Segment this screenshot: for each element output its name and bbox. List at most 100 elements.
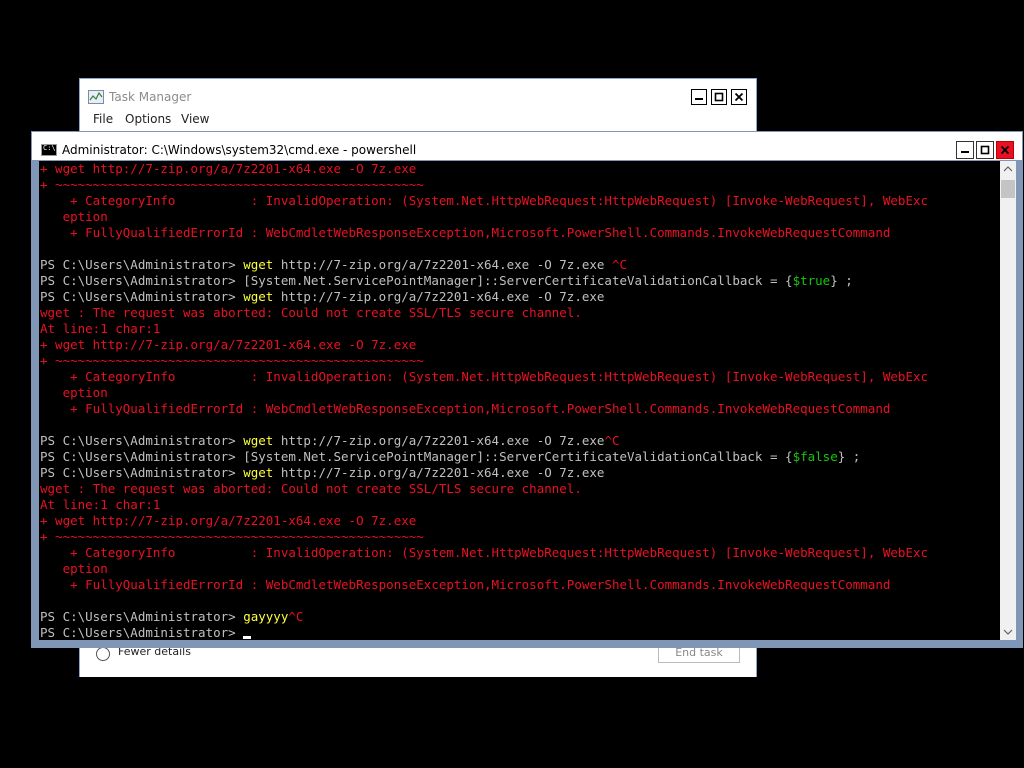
console-line: + CategoryInfo : InvalidOperation: (Syst… [40, 545, 928, 561]
console-text-segment: PS C:\Users\Administrator> [System.Net.S… [40, 449, 793, 464]
console-text-segment: PS C:\Users\Administrator> [40, 465, 244, 480]
console-text-segment: http://7-zip.org/a/7z2201-x64.exe -O 7z.… [273, 289, 605, 304]
console-text-segment: PS C:\Users\Administrator> [40, 625, 244, 640]
close-icon [734, 92, 744, 102]
console-text-segment: + wget http://7-zip.org/a/7z2201-x64.exe… [40, 161, 417, 176]
console-text-segment: wget [243, 465, 274, 480]
console-line: PS C:\Users\Administrator> wget http://7… [40, 257, 928, 273]
console-line: eption [40, 209, 928, 225]
task-manager-minimize-button[interactable] [691, 89, 707, 105]
console-text-segment: wget : The request was aborted: Could no… [40, 305, 582, 320]
console-text-segment: At line:1 char:1 [40, 321, 161, 336]
scroll-up-arrow-icon[interactable] [1000, 161, 1016, 177]
console-text-segment: + CategoryInfo : InvalidOperation: (Syst… [40, 545, 929, 560]
console-text-segment: + FullyQualifiedErrorId : WebCmdletWebRe… [40, 225, 891, 240]
console-line: At line:1 char:1 [40, 321, 928, 337]
console-text-segment: http://7-zip.org/a/7z2201-x64.exe -O 7z.… [273, 257, 612, 272]
console-text-segment: PS C:\Users\Administrator> [40, 609, 244, 624]
console-text-segment: } ; [830, 273, 853, 288]
console-text-segment: + FullyQualifiedErrorId : WebCmdletWebRe… [40, 401, 891, 416]
task-manager-titlebar[interactable]: Task Manager [80, 79, 756, 109]
maximize-icon [980, 145, 990, 155]
console-text-segment: ^C [604, 433, 620, 448]
console-text-segment: http://7-zip.org/a/7z2201-x64.exe -O 7z.… [273, 465, 605, 480]
cmd-icon: C:\ [41, 144, 57, 156]
console-text-segment: wget [243, 257, 274, 272]
console-line: eption [40, 385, 928, 401]
console-line: PS C:\Users\Administrator> [System.Net.S… [40, 273, 928, 289]
console-text-segment: eption [40, 385, 108, 400]
minimize-icon [961, 151, 969, 153]
cmd-icon-label: C:\ [43, 144, 56, 152]
console-line: + wget http://7-zip.org/a/7z2201-x64.exe… [40, 161, 928, 177]
console-minimize-button[interactable] [956, 141, 974, 159]
console-text-segment: ^C [288, 609, 304, 624]
console-line: PS C:\Users\Administrator> [40, 625, 928, 640]
menu-file[interactable]: File [93, 112, 113, 126]
console-text-segment: eption [40, 209, 108, 224]
console-line: PS C:\Users\Administrator> wget http://7… [40, 433, 928, 449]
console-text-segment: + ~~~~~~~~~~~~~~~~~~~~~~~~~~~~~~~~~~~~~~… [40, 353, 424, 368]
console-line: wget : The request was aborted: Could no… [40, 481, 928, 497]
console-vertical-scrollbar[interactable] [1000, 161, 1016, 640]
console-text-segment: http://7-zip.org/a/7z2201-x64.exe -O 7z.… [273, 433, 605, 448]
console-line: PS C:\Users\Administrator> gayyyy^C [40, 609, 928, 625]
console-text-segment: wget [243, 433, 274, 448]
console-text-segment: } ; [837, 449, 861, 464]
scroll-down-arrow-icon[interactable] [1000, 624, 1016, 640]
console-line: + wget http://7-zip.org/a/7z2201-x64.exe… [40, 513, 928, 529]
task-manager-close-button[interactable] [731, 89, 747, 105]
console-line: + FullyQualifiedErrorId : WebCmdletWebRe… [40, 401, 928, 417]
console-line: + ~~~~~~~~~~~~~~~~~~~~~~~~~~~~~~~~~~~~~~… [40, 353, 928, 369]
console-text-segment: PS C:\Users\Administrator> [System.Net.S… [40, 273, 793, 288]
console-text-segment: $false [792, 449, 838, 464]
console-text-buffer: + wget http://7-zip.org/a/7z2201-x64.exe… [40, 161, 928, 640]
console-text-segment: + wget http://7-zip.org/a/7z2201-x64.exe… [40, 337, 417, 352]
console-text-segment: + ~~~~~~~~~~~~~~~~~~~~~~~~~~~~~~~~~~~~~~… [40, 529, 424, 544]
console-text-segment: ^C [611, 257, 628, 272]
menu-options[interactable]: Options [125, 112, 171, 126]
minimize-icon [695, 98, 703, 100]
task-manager-footer: Fewer details End task [80, 643, 756, 677]
console-line: eption [40, 561, 928, 577]
console-line: + FullyQualifiedErrorId : WebCmdletWebRe… [40, 225, 928, 241]
console-close-button[interactable] [996, 141, 1014, 159]
menu-view[interactable]: View [181, 112, 209, 126]
console-cursor [243, 636, 252, 639]
console-text-segment: PS C:\Users\Administrator> [40, 289, 244, 304]
console-line: PS C:\Users\Administrator> wget http://7… [40, 465, 928, 481]
console-text-segment: gayyyy [243, 609, 289, 624]
fewer-details-chevron-icon[interactable] [96, 647, 110, 661]
console-text-segment: eption [40, 561, 108, 576]
console-line: PS C:\Users\Administrator> [System.Net.S… [40, 449, 928, 465]
console-text-segment: + ~~~~~~~~~~~~~~~~~~~~~~~~~~~~~~~~~~~~~~… [40, 177, 424, 192]
console-line: + FullyQualifiedErrorId : WebCmdletWebRe… [40, 577, 928, 593]
console-text-segment: At line:1 char:1 [40, 497, 161, 512]
task-manager-icon [88, 90, 104, 104]
console-maximize-button[interactable] [976, 141, 994, 159]
console-text-segment: wget [243, 289, 274, 304]
console-text-segment: PS C:\Users\Administrator> [40, 257, 244, 272]
console-line: wget : The request was aborted: Could no… [40, 305, 928, 321]
console-title: Administrator: C:\Windows\system32\cmd.e… [62, 143, 417, 157]
close-icon [1000, 145, 1010, 155]
console-line: + ~~~~~~~~~~~~~~~~~~~~~~~~~~~~~~~~~~~~~~… [40, 529, 928, 545]
scrollbar-thumb[interactable] [1001, 180, 1015, 198]
console-line: + wget http://7-zip.org/a/7z2201-x64.exe… [40, 337, 928, 353]
task-manager-menubar: File Options View [80, 110, 756, 130]
console-text-segment: wget : The request was aborted: Could no… [40, 481, 582, 496]
console-line: + CategoryInfo : InvalidOperation: (Syst… [40, 193, 928, 209]
console-text-segment: + FullyQualifiedErrorId : WebCmdletWebRe… [40, 577, 891, 592]
powershell-console-window[interactable]: C:\ Administrator: C:\Windows\system32\c… [31, 131, 1023, 648]
maximize-icon [714, 92, 724, 102]
task-manager-maximize-button[interactable] [711, 89, 727, 105]
console-output[interactable]: + wget http://7-zip.org/a/7z2201-x64.exe… [39, 161, 1000, 640]
console-line: PS C:\Users\Administrator> wget http://7… [40, 289, 928, 305]
console-titlebar[interactable]: C:\ Administrator: C:\Windows\system32\c… [32, 132, 1022, 160]
console-text-segment: + CategoryInfo : InvalidOperation: (Syst… [40, 193, 929, 208]
console-text-segment: + wget http://7-zip.org/a/7z2201-x64.exe… [40, 513, 417, 528]
task-manager-title: Task Manager [109, 90, 192, 104]
